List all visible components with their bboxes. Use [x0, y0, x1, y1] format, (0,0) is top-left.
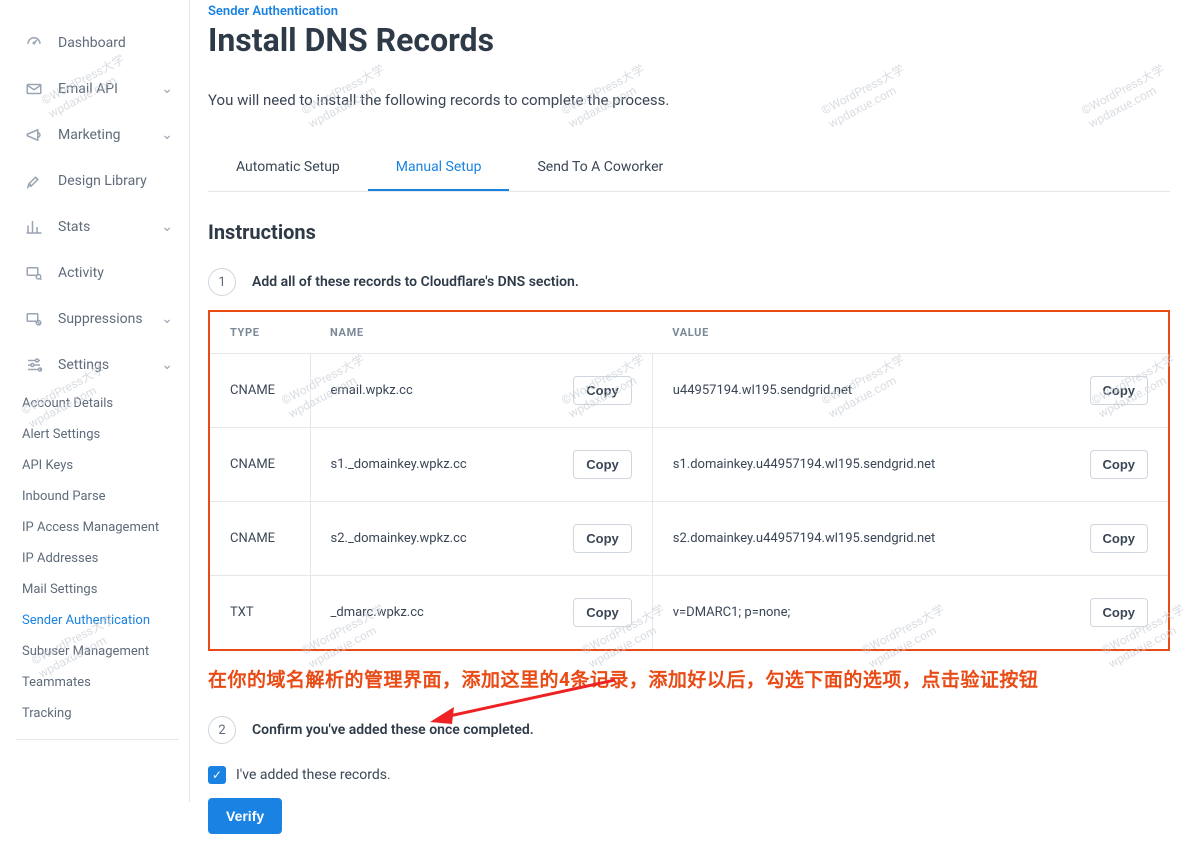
- checkbox-checked-icon[interactable]: ✓: [208, 766, 226, 784]
- sidebar-item-marketing[interactable]: Marketing ⌄: [16, 112, 179, 158]
- gauge-icon: [22, 34, 46, 52]
- megaphone-icon: [22, 126, 46, 144]
- sidebar-subitem[interactable]: Sender Authentication: [16, 605, 179, 636]
- main-content: Sender Authentication Install DNS Record…: [190, 0, 1200, 864]
- sidebar-subitem[interactable]: Mail Settings: [16, 574, 179, 605]
- sidebar-subitem[interactable]: API Keys: [16, 450, 179, 481]
- chevron-down-icon: ⌄: [161, 81, 173, 97]
- copy-name-button[interactable]: Copy: [573, 524, 632, 553]
- cell-name: s2._domainkey.wpkz.cc: [310, 502, 553, 576]
- sidebar-subitem[interactable]: Inbound Parse: [16, 481, 179, 512]
- chevron-down-icon: ⌄: [161, 127, 173, 143]
- sidebar-subitem[interactable]: IP Access Management: [16, 512, 179, 543]
- cell-type: TXT: [210, 576, 310, 650]
- tabs: Automatic Setup Manual Setup Send To A C…: [208, 145, 1170, 192]
- sidebar-divider: [16, 739, 179, 740]
- mail-block-icon: [22, 310, 46, 328]
- checkbox-label: I've added these records.: [236, 767, 391, 783]
- sidebar-subitem[interactable]: Alert Settings: [16, 419, 179, 450]
- dns-records-table: TYPE NAME VALUE CNAMEemail.wpkz.cc Copy u4…: [208, 310, 1170, 651]
- verify-button[interactable]: Verify: [208, 798, 282, 834]
- sidebar-label: Activity: [58, 265, 104, 281]
- copy-name-button[interactable]: Copy: [573, 376, 632, 405]
- sliders-icon: [22, 356, 46, 374]
- sidebar-subitem[interactable]: Account Details: [16, 388, 179, 419]
- copy-value-button[interactable]: Copy: [1090, 450, 1149, 479]
- cell-type: CNAME: [210, 428, 310, 502]
- sidebar-subitem[interactable]: Tracking: [16, 698, 179, 729]
- breadcrumb[interactable]: Sender Authentication: [208, 4, 1170, 19]
- step-1: 1 Add all of these records to Cloudflare…: [208, 268, 1170, 296]
- sidebar-item-activity[interactable]: Activity: [16, 250, 179, 296]
- cell-value: s1.domainkey.u44957194.wl195.sendgrid.ne…: [652, 428, 1069, 502]
- sidebar-label: Design Library: [58, 173, 147, 189]
- col-type: TYPE: [210, 312, 310, 354]
- cell-value: u44957194.wl195.sendgrid.net: [652, 354, 1069, 428]
- cell-value: v=DMARC1; p=none;: [652, 576, 1069, 650]
- table-row: TXT_dmarc.wpkz.cc Copy v=DMARC1; p=none; Co…: [210, 576, 1168, 650]
- sidebar: Dashboard Email API ⌄ Marketing ⌄ Design L…: [0, 0, 190, 802]
- chevron-down-icon: ⌄: [161, 357, 173, 373]
- sidebar-item-email-api[interactable]: Email API ⌄: [16, 66, 179, 112]
- table-row: CNAMEs1._domainkey.wpkz.cc Copy s1.domaink…: [210, 428, 1168, 502]
- cell-type: CNAME: [210, 354, 310, 428]
- chevron-down-icon: ⌄: [161, 219, 173, 235]
- sidebar-subitem[interactable]: IP Addresses: [16, 543, 179, 574]
- col-name: NAME: [310, 312, 652, 354]
- sidebar-item-design-library[interactable]: Design Library: [16, 158, 179, 204]
- copy-name-button[interactable]: Copy: [573, 598, 632, 627]
- table-row: CNAMEs2._domainkey.wpkz.cc Copy s2.domaink…: [210, 502, 1168, 576]
- instructions-heading: Instructions: [208, 220, 1170, 244]
- mail-search-icon: [22, 264, 46, 282]
- sidebar-subitem[interactable]: Subuser Management: [16, 636, 179, 667]
- bar-chart-icon: [22, 218, 46, 236]
- cell-type: CNAME: [210, 502, 310, 576]
- step-text: Confirm you've added these once complete…: [252, 722, 534, 738]
- sidebar-item-settings[interactable]: Settings ⌄: [16, 342, 179, 388]
- chevron-down-icon: ⌄: [161, 311, 173, 327]
- cell-name: s1._domainkey.wpkz.cc: [310, 428, 553, 502]
- sidebar-label: Marketing: [58, 127, 121, 143]
- mail-icon: [22, 80, 46, 98]
- annotation-text: 在你的域名解析的管理界面，添加这里的4条记录，添加好以后，勾选下面的选项，点击验…: [208, 665, 1170, 692]
- copy-name-button[interactable]: Copy: [573, 450, 632, 479]
- intro-text: You will need to install the following r…: [208, 91, 1170, 109]
- copy-value-button[interactable]: Copy: [1090, 524, 1149, 553]
- sidebar-label: Email API: [58, 81, 118, 97]
- copy-value-button[interactable]: Copy: [1090, 376, 1149, 405]
- tab-manual-setup[interactable]: Manual Setup: [368, 145, 510, 191]
- step-text: Add all of these records to Cloudflare's…: [252, 274, 579, 290]
- step-number: 2: [208, 716, 236, 744]
- sidebar-subitems: Account DetailsAlert SettingsAPI KeysInb…: [16, 388, 179, 729]
- checkbox-row[interactable]: ✓ I've added these records.: [208, 766, 1170, 784]
- cell-name: _dmarc.wpkz.cc: [310, 576, 553, 650]
- sidebar-label: Suppressions: [58, 311, 143, 327]
- sidebar-label: Stats: [58, 219, 90, 235]
- sidebar-item-suppressions[interactable]: Suppressions ⌄: [16, 296, 179, 342]
- sidebar-label: Dashboard: [58, 35, 126, 51]
- cell-value: s2.domainkey.u44957194.wl195.sendgrid.ne…: [652, 502, 1069, 576]
- tab-send-coworker[interactable]: Send To A Coworker: [509, 145, 691, 191]
- sidebar-subitem[interactable]: Teammates: [16, 667, 179, 698]
- table-row: CNAMEemail.wpkz.cc Copy u44957194.wl195.se…: [210, 354, 1168, 428]
- sidebar-item-stats[interactable]: Stats ⌄: [16, 204, 179, 250]
- brush-icon: [22, 172, 46, 190]
- page-title: Install DNS Records: [208, 21, 1170, 59]
- step-number: 1: [208, 268, 236, 296]
- step-2: 2 Confirm you've added these once comple…: [208, 716, 1170, 744]
- copy-value-button[interactable]: Copy: [1090, 598, 1149, 627]
- cell-name: email.wpkz.cc: [310, 354, 553, 428]
- sidebar-label: Settings: [58, 357, 109, 373]
- tab-automatic-setup[interactable]: Automatic Setup: [208, 145, 368, 191]
- col-value: VALUE: [652, 312, 1168, 354]
- sidebar-item-dashboard[interactable]: Dashboard: [16, 20, 179, 66]
